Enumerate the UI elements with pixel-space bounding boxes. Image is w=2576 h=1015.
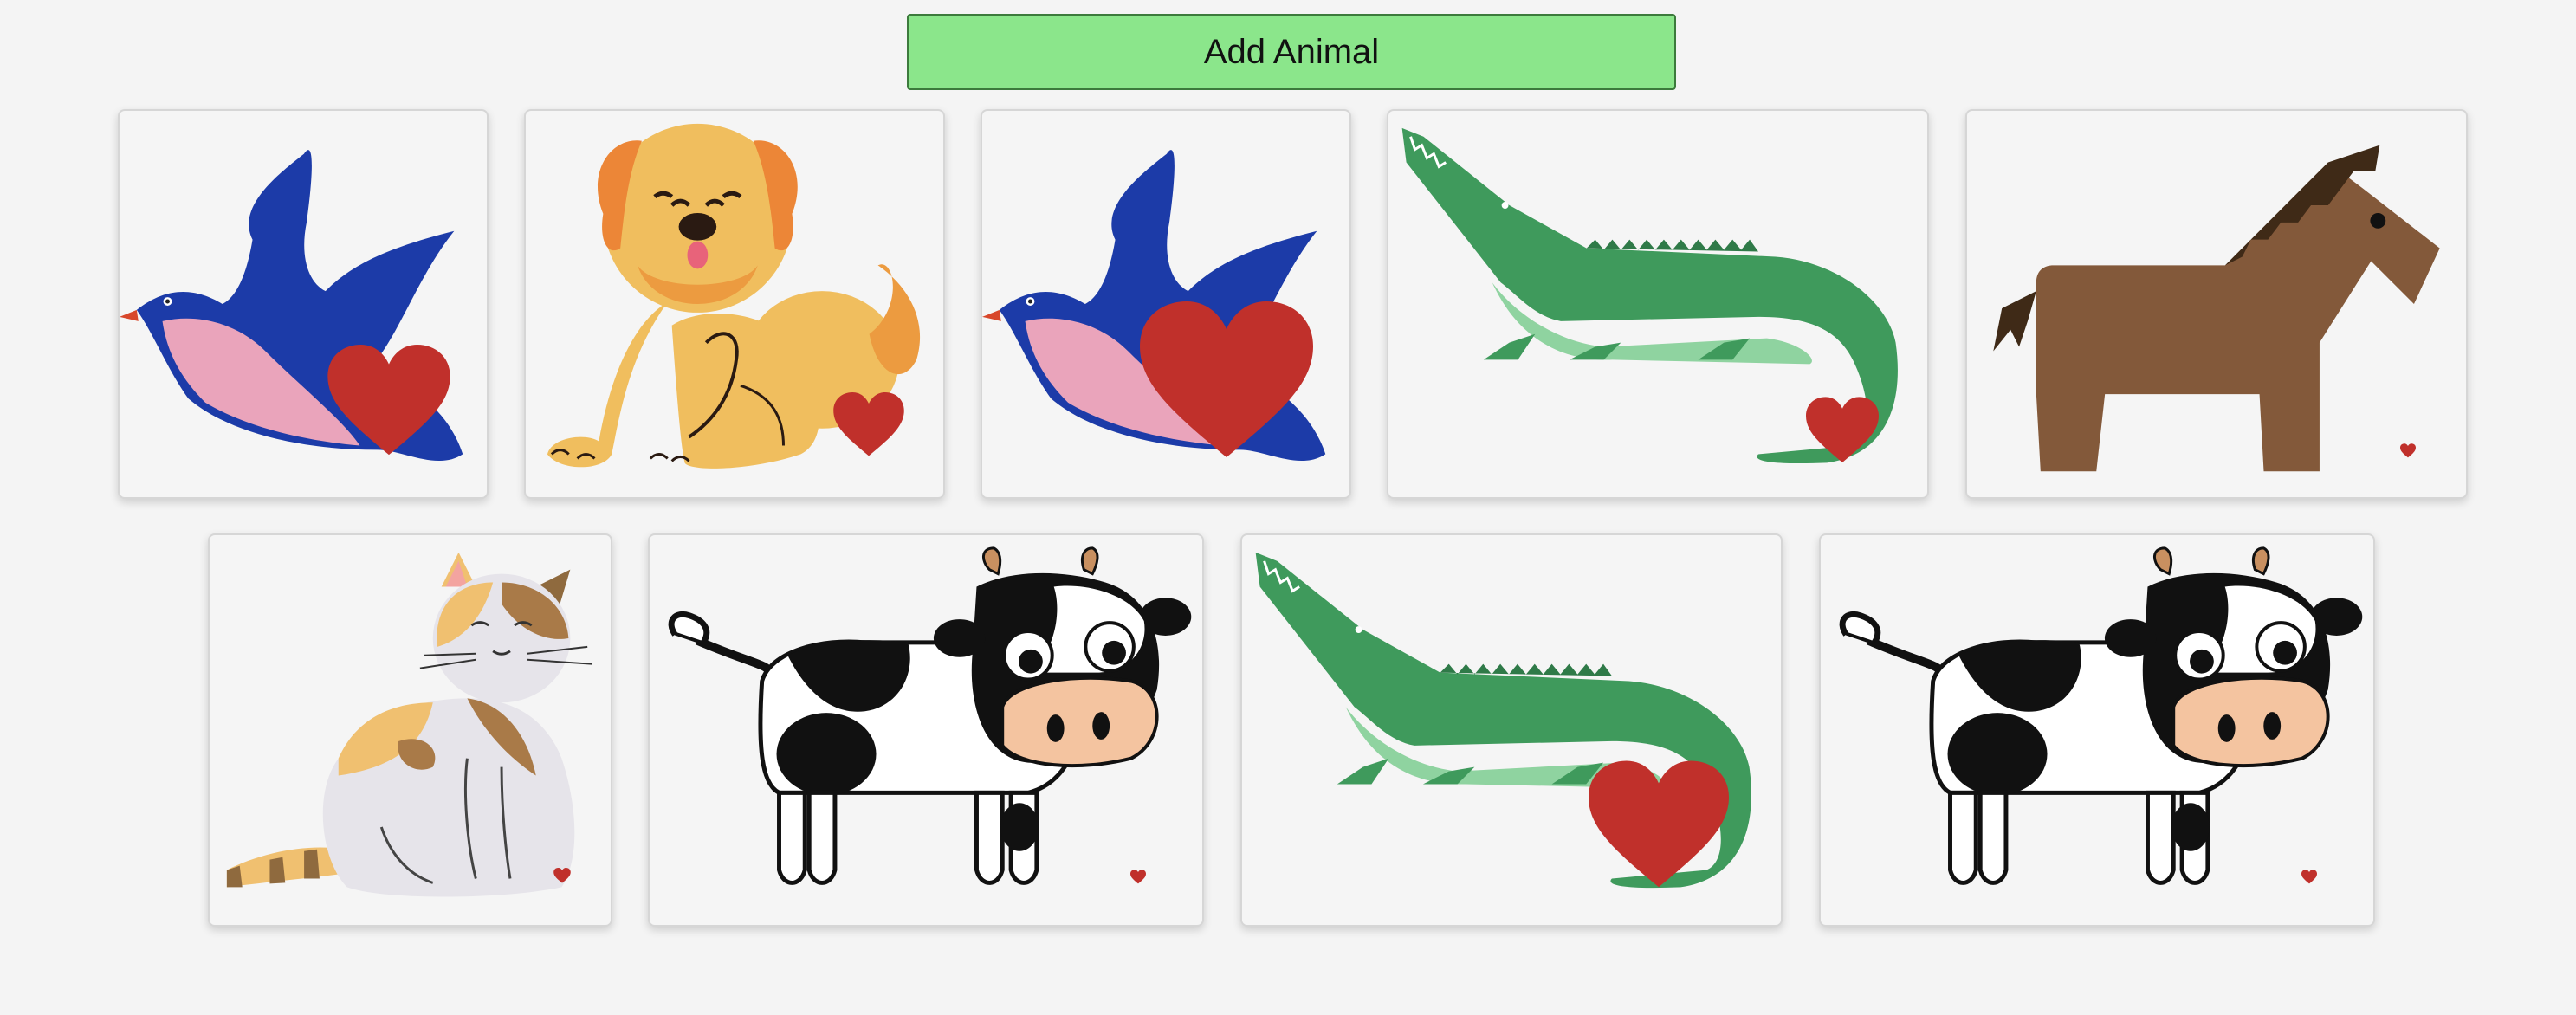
cow-icon [1839, 546, 2363, 885]
favorite-heart-icon[interactable] [833, 392, 904, 457]
favorite-heart-icon[interactable] [1130, 870, 1146, 884]
favorite-heart-icon[interactable] [2301, 870, 2317, 884]
favorite-heart-icon[interactable] [553, 868, 571, 883]
favorite-heart-icon[interactable] [1589, 760, 1729, 890]
add-animal-button[interactable]: Add Animal [907, 14, 1676, 90]
horse-icon [1993, 145, 2440, 472]
favorite-heart-icon[interactable] [2400, 443, 2416, 458]
animal-card-bird[interactable] [118, 109, 489, 499]
animal-card-crocodile[interactable] [1240, 533, 1783, 927]
animal-card-bird[interactable] [981, 109, 1351, 499]
animal-card-dog[interactable] [524, 109, 945, 499]
animal-card-cat[interactable] [208, 533, 612, 927]
cat-icon [226, 552, 592, 897]
animal-card-cow[interactable] [648, 533, 1204, 927]
animal-card-cow[interactable] [1819, 533, 2375, 927]
animal-card-horse[interactable] [1965, 109, 2468, 499]
cow-icon [668, 546, 1192, 885]
favorite-heart-icon[interactable] [1140, 301, 1313, 461]
favorite-heart-icon[interactable] [327, 345, 450, 457]
favorite-heart-icon[interactable] [1806, 397, 1879, 464]
animal-card-crocodile[interactable] [1387, 109, 1929, 499]
